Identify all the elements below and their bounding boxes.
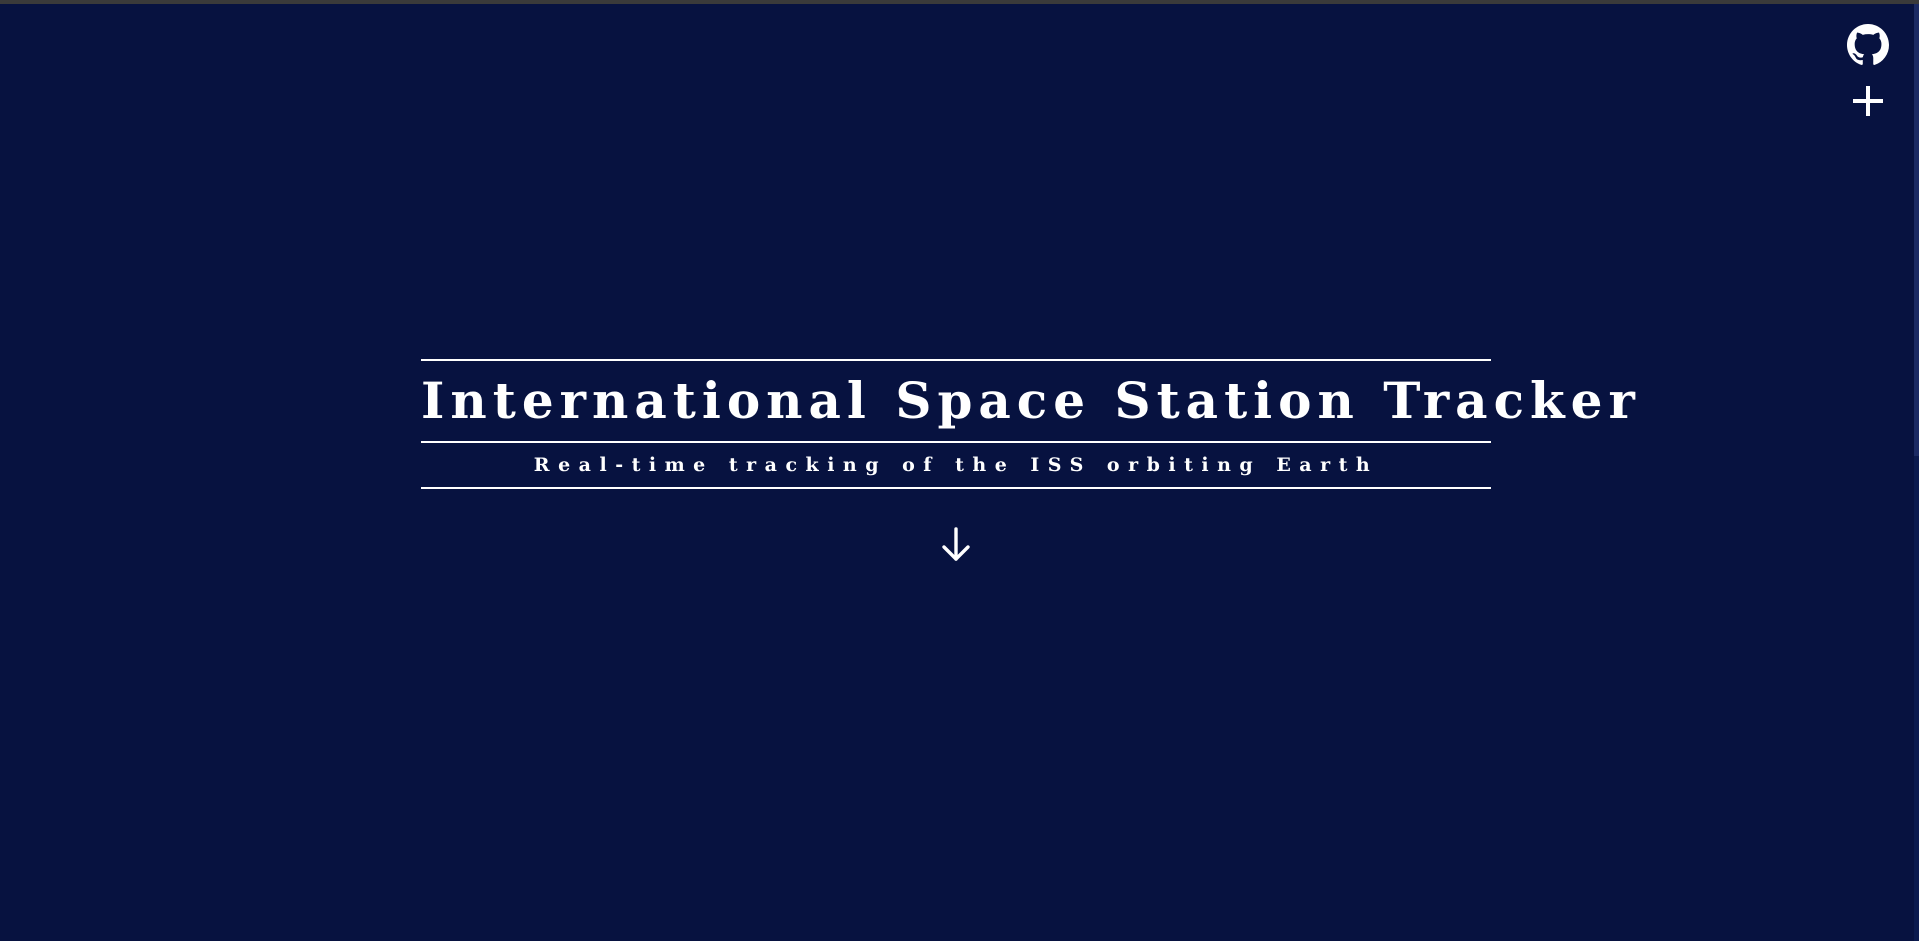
scroll-down-button[interactable] [939,525,973,565]
hero-header: International Space Station Tracker Real… [421,359,1641,489]
window-top-border [0,0,1919,4]
scrollbar-thumb[interactable] [1914,4,1919,456]
arrow-down-icon [942,527,970,561]
title-bottom-rule [421,487,1491,489]
github-icon [1847,24,1889,65]
github-link[interactable] [1847,24,1889,66]
plus-icon [1853,86,1883,116]
page-subtitle: Real-time tracking of the ISS orbiting E… [533,454,1379,476]
page-title: International Space Station Tracker [421,371,1641,430]
corner-icon-group [1847,24,1889,136]
add-button[interactable] [1847,80,1889,122]
